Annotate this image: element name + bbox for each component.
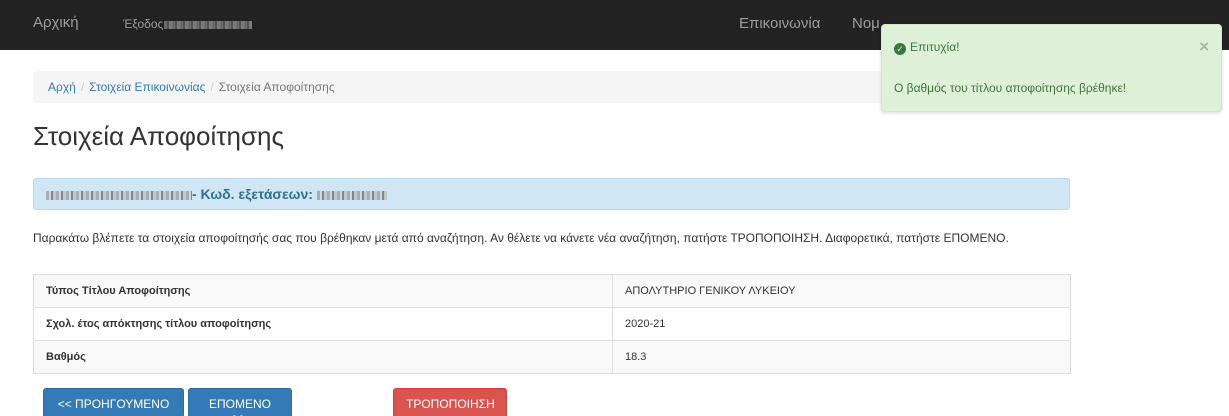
breadcrumb-current: Στοιχεία Αποφοίτησης [218, 80, 335, 94]
modify-button[interactable]: ΤΡΟΠΟΠΟΙΗΣΗ [393, 388, 507, 416]
toast-message: Ο βαθμός του τίτλου αποφοίτησης βρέθηκε! [894, 81, 1127, 95]
row-value: 2020-21 [612, 307, 1071, 341]
previous-button[interactable]: << ΠΡΟΗΓΟΥΜΕΝΟ [43, 388, 184, 416]
toast-title: ✓ Επιτυχία! [894, 40, 960, 55]
row-label: Βαθμός [33, 340, 613, 374]
table-row: Σχολ. έτος απόκτησης τίτλου αποφοίτησης … [33, 307, 1071, 341]
redacted-exam-code [316, 190, 387, 200]
redacted-username [164, 20, 253, 29]
breadcrumb-home[interactable]: Αρχή [48, 80, 76, 94]
close-icon[interactable]: × [1199, 37, 1209, 57]
row-value: 18.3 [612, 340, 1071, 374]
nav-contact-link[interactable]: Επικοινωνία [739, 15, 820, 32]
redacted-candidate-name [46, 190, 192, 200]
table-row: Τύπος Τίτλου Αποφοίτησης ΑΠΟΛΥΤΗΡΙΟ ΓΕΝΙ… [33, 274, 1071, 308]
check-circle-icon: ✓ [894, 43, 906, 55]
breadcrumb-contact-info[interactable]: Στοιχεία Επικοινωνίας [89, 80, 205, 94]
row-label: Σχολ. έτος απόκτησης τίτλου αποφοίτησης [33, 307, 613, 341]
page-title: Στοιχεία Αποφοίτησης [33, 121, 285, 151]
table-row: Βαθμός 18.3 [33, 340, 1071, 374]
nav-home-link[interactable]: Αρχική [33, 14, 79, 31]
candidate-info-bar: - Κωδ. εξετάσεων: [33, 178, 1070, 210]
logout-label: Έξοδος [123, 17, 164, 31]
breadcrumb-separator: / [210, 80, 214, 94]
breadcrumb-separator: / [80, 80, 85, 94]
nav-logout-link[interactable]: Έξοδος [123, 17, 253, 31]
nav-legal-link[interactable]: Νομ [852, 15, 880, 32]
row-label: Τύπος Τίτλου Αποφοίτησης [33, 274, 613, 308]
description-text: Παρακάτω βλέπετε τα στοιχεία αποφοίτησής… [33, 231, 1009, 245]
next-button[interactable]: ΕΠΟΜΕΝΟ >> [188, 388, 292, 416]
success-toast: ✓ Επιτυχία! × Ο βαθμός του τίτλου αποφοίτ… [881, 24, 1222, 112]
toast-title-text: Επιτυχία! [910, 40, 960, 54]
exam-code-label: - Κωδ. εξετάσεων: [192, 186, 313, 202]
row-value: ΑΠΟΛΥΤΗΡΙΟ ΓΕΝΙΚΟΥ ΛΥΚΕΙΟΥ [612, 274, 1071, 308]
graduation-details-table: Τύπος Τίτλου Αποφοίτησης ΑΠΟΛΥΤΗΡΙΟ ΓΕΝΙ… [33, 274, 1071, 374]
